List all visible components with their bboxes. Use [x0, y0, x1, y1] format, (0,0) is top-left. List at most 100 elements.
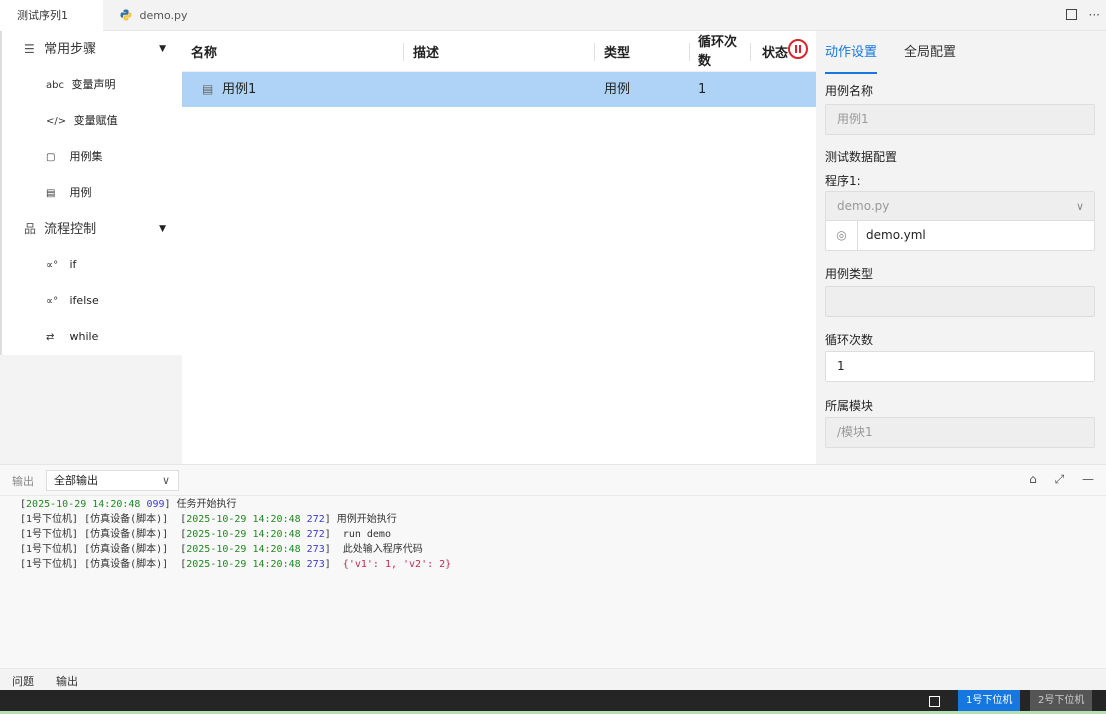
program-label: 程序1:	[825, 174, 861, 188]
program-select[interactable]: demo.py ∨	[825, 191, 1095, 222]
file-icon: ▤	[202, 82, 214, 96]
loop-count-input[interactable]: 1	[825, 351, 1095, 382]
log-line: [1号下位机] [仿真设备(脚本)] [2025-10-29 14:20:48 …	[20, 544, 423, 555]
folder-icon: ▢	[46, 152, 56, 163]
code-icon: </>	[46, 116, 67, 127]
step-list: ☰ 常用步骤 ▼ abc 变量声明 </> 变量赋值 ▢ 用例集 ▤ 用例 品 …	[0, 31, 182, 355]
column-header-loops[interactable]: 循环次数	[698, 31, 738, 72]
tab-output[interactable]: 输出	[56, 673, 78, 694]
tab-actions: ···	[1065, 0, 1100, 31]
properties-panel: 动作设置 全局配置 用例名称 用例1 测试数据配置 程序1: demo.py ∨…	[816, 31, 1106, 464]
output-tools: ⌂ ⤢ —	[1015, 472, 1094, 487]
case-name-label: 用例名称	[825, 84, 874, 98]
loop-count-label: 循环次数	[825, 333, 874, 347]
layout-toggle-icon[interactable]	[929, 696, 940, 707]
column-header-name[interactable]: 名称	[191, 31, 217, 72]
eye-icon[interactable]: ◎	[826, 221, 858, 250]
panel-tabs: 问题 输出	[0, 668, 1106, 694]
step-label: if	[69, 258, 77, 271]
group-common-steps[interactable]: ☰ 常用步骤 ▼	[2, 31, 184, 67]
test-data-label: 测试数据配置	[825, 150, 898, 164]
abc-icon: abc	[46, 80, 64, 91]
cell-name: 用例1	[222, 82, 257, 97]
cell-type: 用例	[604, 82, 631, 97]
more-actions-icon[interactable]: ···	[1089, 8, 1100, 22]
module-input[interactable]: /模块1	[825, 417, 1095, 448]
column-divider[interactable]	[750, 43, 751, 61]
tab-action-settings[interactable]: 动作设置	[825, 31, 878, 74]
tab-demo-py[interactable]: demo.py	[103, 0, 206, 31]
log-line: [1号下位机] [仿真设备(脚本)] [2025-10-29 14:20:48 …	[20, 559, 452, 570]
step-while[interactable]: ⇄ while	[2, 319, 184, 355]
data-file-value: demo.yml	[866, 228, 926, 242]
chevron-down-icon: ∨	[161, 474, 170, 487]
output-filter-select[interactable]: 全部输出 ∨	[46, 470, 179, 491]
hierarchy-icon: 品	[24, 222, 37, 236]
column-divider[interactable]	[594, 43, 595, 61]
properties-tabs: 动作设置 全局配置	[816, 31, 1106, 74]
data-file-input[interactable]: ◎ demo.yml	[825, 220, 1095, 251]
minimize-icon[interactable]: —	[1082, 472, 1094, 486]
step-label: ifelse	[69, 294, 99, 307]
column-header-desc[interactable]: 描述	[413, 31, 439, 72]
log-line: [1号下位机] [仿真设备(脚本)] [2025-10-29 14:20:48 …	[20, 514, 397, 525]
branch-icon: ∝°	[46, 260, 59, 271]
pause-button[interactable]	[788, 39, 808, 59]
step-case[interactable]: ▤ 用例	[2, 175, 184, 211]
step-label: 用例	[69, 186, 92, 199]
tab-label: 测试序列1	[17, 9, 68, 22]
column-divider[interactable]	[689, 43, 690, 61]
table-header: 名称 描述 类型 循环次数 状态	[182, 31, 816, 72]
output-label: 输出	[12, 475, 34, 488]
output-log: [2025-10-29 14:20:48 099] 任务开始执行 [1号下位机] …	[20, 497, 451, 572]
caret-down-icon: ▼	[159, 224, 166, 234]
editor-tab-bar: 测试序列1 demo.py ···	[0, 0, 1106, 31]
cell-loops: 1	[698, 82, 707, 97]
step-variable-assign[interactable]: </> 变量赋值	[2, 103, 184, 139]
tab-test-sequence[interactable]: 测试序列1	[0, 0, 103, 31]
module-label: 所属模块	[825, 399, 874, 413]
status-bar: 1号下位机 2号下位机	[0, 690, 1106, 714]
column-divider[interactable]	[403, 43, 404, 61]
split-editor-icon[interactable]	[1065, 9, 1077, 20]
step-variable-declare[interactable]: abc 变量声明	[2, 67, 184, 103]
group-flow-control[interactable]: 品 流程控制 ▼	[2, 211, 184, 247]
table-row[interactable]: ▤ 用例1 用例 1	[182, 72, 816, 107]
maximize-icon[interactable]: ⤢	[1055, 472, 1065, 486]
step-label: 变量赋值	[73, 114, 118, 127]
output-filter-value: 全部输出	[54, 474, 98, 487]
group-label: 常用步骤	[44, 42, 97, 57]
output-panel: 输出 全部输出 ∨ ⌂ ⤢ — [2025-10-29 14:20:48 099…	[0, 464, 1106, 668]
case-name-input[interactable]: 用例1	[825, 104, 1095, 135]
case-type-input[interactable]	[825, 286, 1095, 317]
python-icon	[120, 9, 132, 21]
program-select-value: demo.py	[837, 199, 890, 213]
tab-problems[interactable]: 问题	[12, 673, 34, 689]
log-line: [1号下位机] [仿真设备(脚本)] [2025-10-29 14:20:48 …	[20, 529, 391, 540]
device-2-button[interactable]: 2号下位机	[1030, 690, 1093, 711]
lock-scroll-icon[interactable]: ⌂	[1029, 472, 1037, 486]
step-if[interactable]: ∝° if	[2, 247, 184, 283]
sequence-table: 名称 描述 类型 循环次数 状态 ▤ 用例1 用例 1	[182, 31, 816, 464]
step-case-set[interactable]: ▢ 用例集	[2, 139, 184, 175]
log-line: [2025-10-29 14:20:48 099] 任务开始执行	[20, 499, 237, 510]
column-header-status[interactable]: 状态	[762, 31, 788, 72]
step-label: 用例集	[69, 150, 103, 163]
tab-global-config[interactable]: 全局配置	[904, 31, 956, 74]
step-label: while	[69, 330, 99, 343]
device-1-button[interactable]: 1号下位机	[958, 690, 1021, 711]
step-label: 变量声明	[71, 78, 116, 91]
chevron-down-icon: ∨	[1075, 200, 1084, 213]
case-type-label: 用例类型	[825, 267, 874, 281]
branch-icon: ∝°	[46, 296, 59, 307]
loop-icon: ⇄	[46, 332, 55, 343]
output-header: 输出 全部输出 ∨ ⌂ ⤢ —	[0, 465, 1106, 496]
step-ifelse[interactable]: ∝° ifelse	[2, 283, 184, 319]
column-header-type[interactable]: 类型	[604, 31, 630, 72]
group-label: 流程控制	[44, 222, 97, 237]
file-icon: ▤	[46, 188, 56, 199]
caret-down-icon: ▼	[159, 44, 166, 54]
step-library-sidebar: ☰ 常用步骤 ▼ abc 变量声明 </> 变量赋值 ▢ 用例集 ▤ 用例 品 …	[0, 31, 182, 464]
list-icon: ☰	[24, 42, 35, 56]
tab-label: demo.py	[139, 9, 188, 22]
